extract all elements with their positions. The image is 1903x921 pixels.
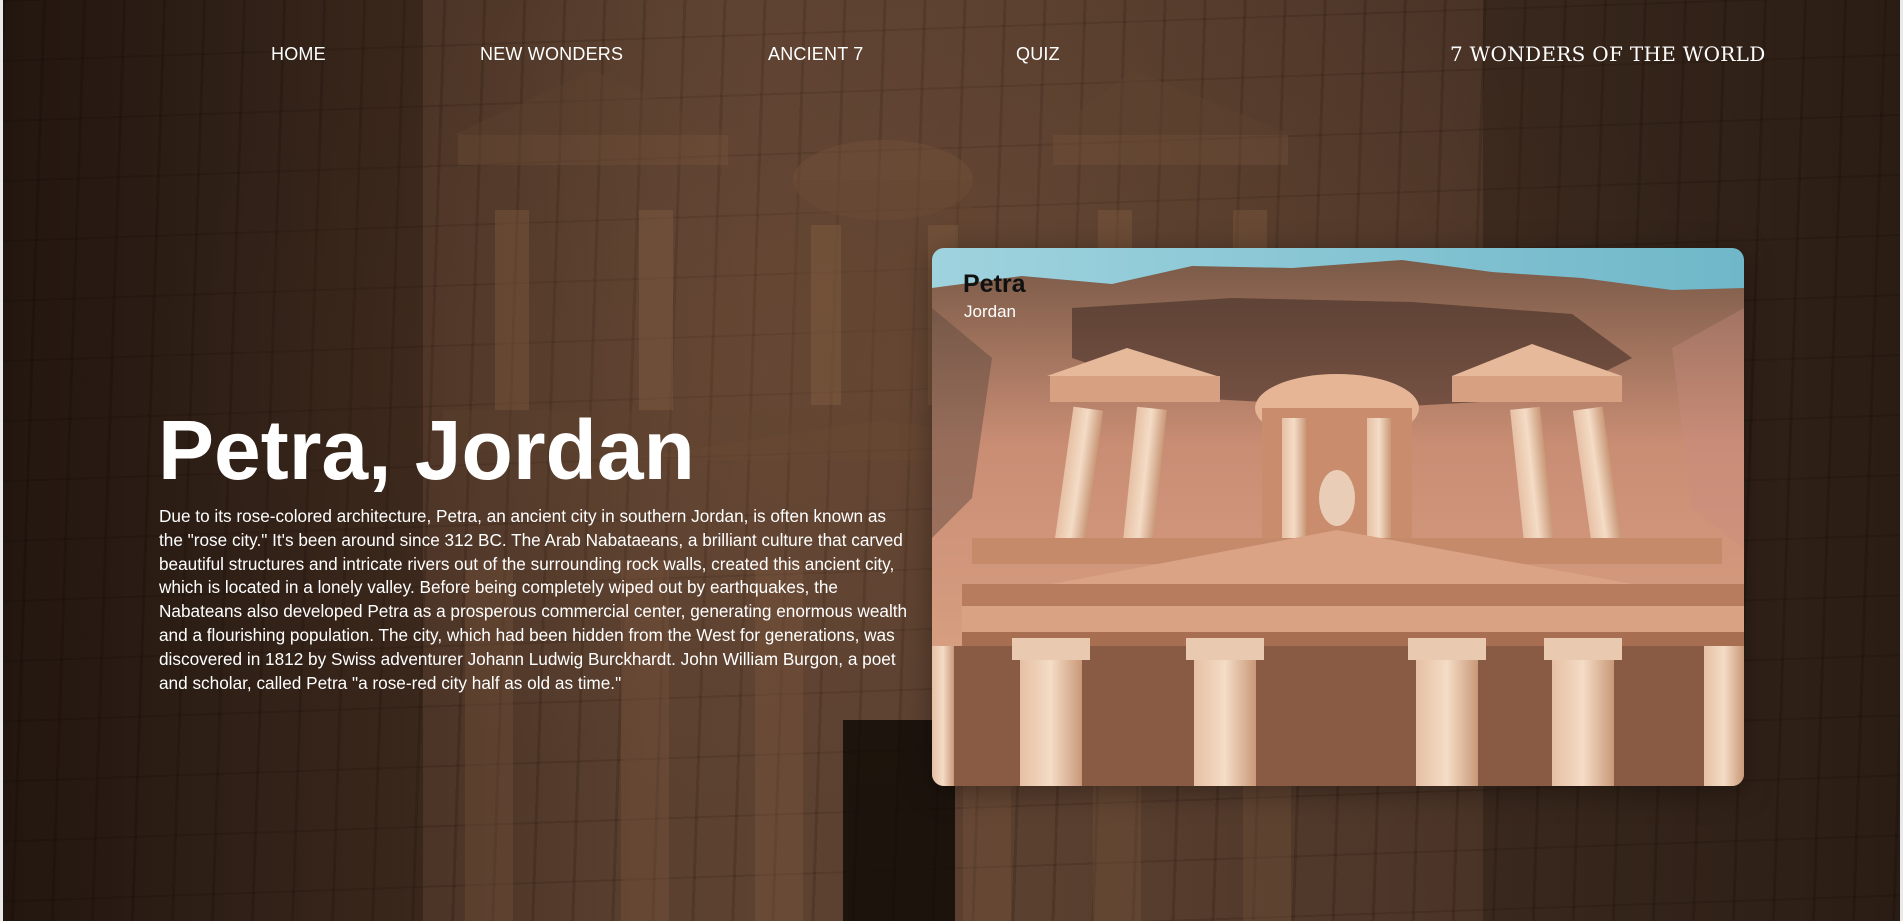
card-subtitle: Jordan — [964, 302, 1016, 321]
card-title: Petra — [963, 270, 1026, 298]
nav-home-link[interactable]: HOME — [271, 44, 326, 65]
featured-wonder-card[interactable]: Petra Jordan — [932, 248, 1744, 786]
hero-title: Petra, Jordan — [158, 403, 695, 497]
hero-description: Due to its rose-colored architecture, Pe… — [159, 506, 908, 693]
site-brand[interactable]: 7 WONDERS OF THE WORLD — [1450, 42, 1766, 66]
nav-quiz-link[interactable]: QUIZ — [1016, 44, 1060, 65]
card-photo — [932, 248, 1744, 786]
nav-ancient-7-link[interactable]: ANCIENT 7 — [768, 44, 864, 65]
page: HOME NEW WONDERS ANCIENT 7 QUIZ 7 WONDER… — [0, 0, 1903, 921]
top-navigation: HOME NEW WONDERS ANCIENT 7 QUIZ 7 WONDER… — [3, 0, 1900, 110]
nav-new-wonders-link[interactable]: NEW WONDERS — [480, 44, 623, 65]
